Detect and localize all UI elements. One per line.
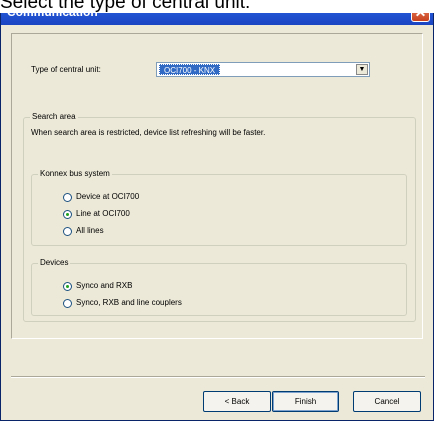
option-line-at-oci700[interactable]: Line at OCI700 — [76, 209, 130, 218]
radio-device-at-oci700[interactable] — [63, 193, 72, 202]
konnex-title: Konnex bus system — [38, 169, 112, 178]
option-synco-rxb-line-couplers[interactable]: Synco, RXB and line couplers — [76, 298, 182, 307]
communication-dialog: Communication ✕ Type of central unit: OC… — [0, 0, 434, 421]
radio-synco-rxb[interactable] — [63, 282, 72, 291]
back-button[interactable]: < Back — [203, 391, 271, 412]
radio-synco-rxb-line-couplers[interactable] — [63, 299, 72, 308]
central-unit-select[interactable]: OCI700 - KNX ▼ — [156, 62, 370, 77]
cancel-button[interactable]: Cancel — [353, 391, 421, 412]
devices-title: Devices — [38, 258, 71, 267]
option-all-lines[interactable]: All lines — [76, 226, 104, 235]
button-separator — [11, 376, 425, 378]
central-unit-value: OCI700 - KNX — [159, 64, 221, 75]
option-synco-rxb[interactable]: Synco and RXB — [76, 281, 132, 290]
page-caption: Select the type of central unit: — [0, 0, 434, 13]
central-unit-label: Type of central unit: — [31, 65, 101, 74]
search-area-title: Search area — [30, 112, 78, 121]
finish-button[interactable]: Finish — [272, 391, 339, 412]
search-area-description: When search area is restricted, device l… — [31, 128, 266, 137]
chevron-down-icon[interactable]: ▼ — [356, 64, 368, 75]
option-device-at-oci700[interactable]: Device at OCI700 — [76, 192, 139, 201]
radio-all-lines[interactable] — [63, 227, 72, 236]
radio-line-at-oci700[interactable] — [63, 210, 72, 219]
